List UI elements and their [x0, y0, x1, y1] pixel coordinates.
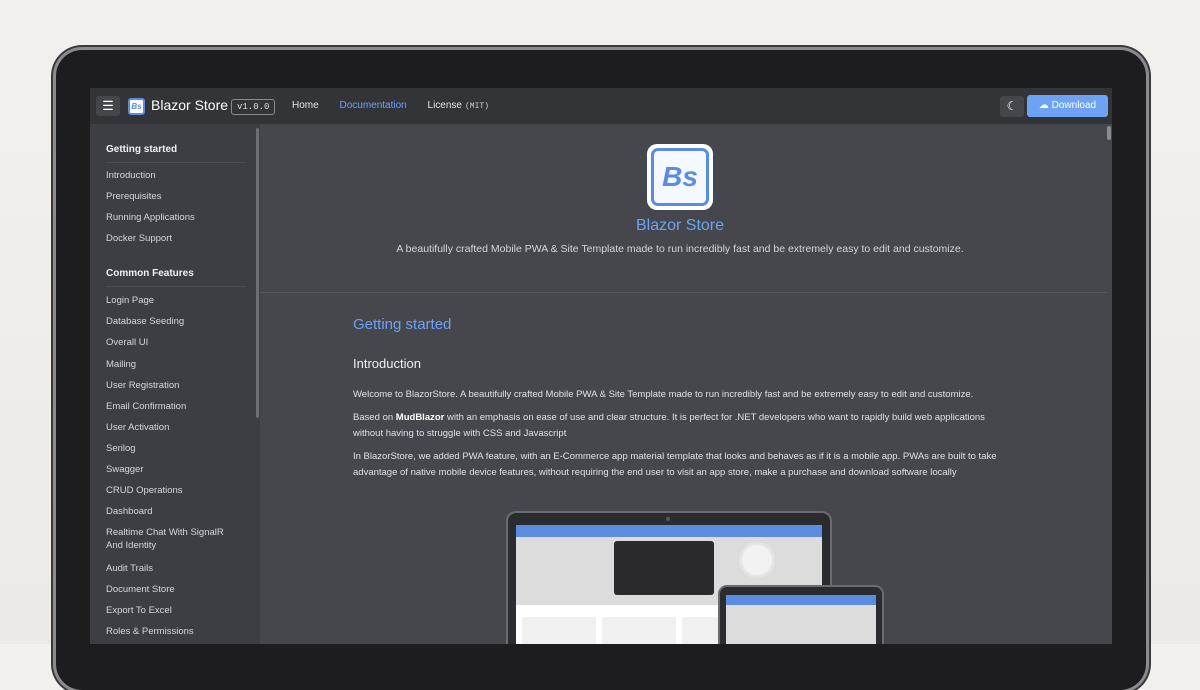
sidebar-item-login-page[interactable]: Login Page [106, 294, 154, 307]
sidebar-item-overall-ui[interactable]: Overall UI [106, 336, 148, 349]
content-scrollbar[interactable] [1107, 126, 1111, 140]
sidebar-item-serilog[interactable]: Serilog [106, 442, 136, 455]
nav-documentation[interactable]: Documentation [339, 100, 406, 111]
camera-dot [666, 517, 670, 521]
sidebar-item-user-registration[interactable]: User Registration [106, 379, 179, 392]
app-logo: Bs [128, 98, 145, 115]
hero-subtitle: A beautifully crafted Mobile PWA & Site … [396, 243, 964, 255]
version-badge: v1.0.0 [231, 99, 276, 115]
nav-license-label: License [427, 100, 462, 111]
app-bar: ☰ Bs Blazor Store v1.0.0 Home Documentat… [90, 88, 1112, 124]
section-subheading: Introduction [353, 356, 421, 371]
app-title[interactable]: Blazor Store [151, 97, 228, 113]
sidebar-item-introduction[interactable]: Introduction [106, 169, 156, 182]
nav-license-type: (MIT) [464, 102, 489, 111]
intro-paragraph-3: In BlazorStore, we added PWA feature, wi… [353, 451, 997, 478]
menu-icon[interactable]: ☰ [96, 96, 120, 116]
sidebar-item-swagger[interactable]: Swagger [106, 463, 144, 476]
sidebar-item-document-store[interactable]: Document Store [106, 583, 175, 596]
moon-icon[interactable]: ☾ [1000, 96, 1024, 117]
nav-home[interactable]: Home [292, 100, 319, 111]
sidebar-item-user-activation[interactable]: User Activation [106, 421, 169, 434]
mockup-app-bar [726, 595, 876, 605]
mudblazor-link: MudBlazor [395, 412, 445, 423]
sidebar-section-common-features: Common Features [106, 268, 194, 279]
mockup-laptop-photo [614, 541, 714, 595]
sidebar-item-database-seeding[interactable]: Database Seeding [106, 315, 184, 328]
sidebar-item-export-to-excel[interactable]: Export To Excel [106, 604, 172, 617]
mockup-product-tile [522, 617, 596, 644]
sidebar-item-realtime-chat[interactable]: Realtime Chat With SignalR And Identity [106, 526, 236, 552]
section-divider [106, 286, 246, 287]
cloud-download-icon: ☁ [1038, 100, 1049, 111]
para2-prefix: Based on [353, 412, 396, 423]
download-label: Download [1051, 100, 1097, 111]
mockup-cup-photo [742, 545, 772, 575]
tablet-mockup-screen [726, 595, 876, 644]
sidebar-item-roles-permissions[interactable]: Roles & Permissions [106, 625, 194, 638]
mockup-hero [726, 605, 876, 644]
content-divider [260, 292, 1107, 293]
intro-paragraph-2: Based on MudBlazor with an emphasis on e… [353, 410, 1013, 441]
sidebar-item-mailing[interactable]: Mailing [106, 358, 136, 371]
sidebar-section-getting-started: Getting started [106, 144, 178, 155]
hero-title: Blazor Store [635, 217, 725, 234]
app-screen: ☰ Bs Blazor Store v1.0.0 Home Documentat… [90, 88, 1112, 644]
sidebar-scrollbar[interactable] [256, 128, 259, 418]
sidebar-item-dashboard[interactable]: Dashboard [106, 505, 152, 518]
sidebar-item-running-applications[interactable]: Running Applications [106, 211, 195, 224]
section-heading: Getting started [353, 316, 452, 333]
section-divider [106, 162, 246, 163]
download-button[interactable]: ☁ Download [1027, 95, 1108, 117]
hero-logo: Bs [647, 144, 713, 210]
sidebar-item-crud-operations[interactable]: CRUD Operations [106, 484, 183, 497]
nav-license[interactable]: License (MIT) [428, 100, 507, 111]
top-nav: Home Documentation License (MIT) [292, 100, 525, 111]
app-logo-text: Bs [131, 102, 142, 111]
mockup-product-tile [602, 617, 676, 644]
hero-logo-frame: Bs [651, 148, 709, 206]
sidebar-item-email-confirmation[interactable]: Email Confirmation [106, 400, 186, 413]
sidebar-item-docker-support[interactable]: Docker Support [106, 232, 172, 245]
sidebar-item-audit-trails[interactable]: Audit Trails [106, 562, 153, 575]
sidebar-item-prerequisites[interactable]: Prerequisites [106, 190, 161, 203]
para2-suffix: with an emphasis on ease of use and clea… [353, 412, 985, 439]
sidebar: Getting started Introduction Prerequisit… [90, 124, 260, 644]
intro-paragraph-1: Welcome to BlazorStore. A beautifully cr… [353, 389, 974, 400]
hero-logo-text: Bs [662, 161, 698, 192]
tablet-mockup-image [720, 587, 882, 644]
mockup-app-bar [516, 525, 822, 537]
